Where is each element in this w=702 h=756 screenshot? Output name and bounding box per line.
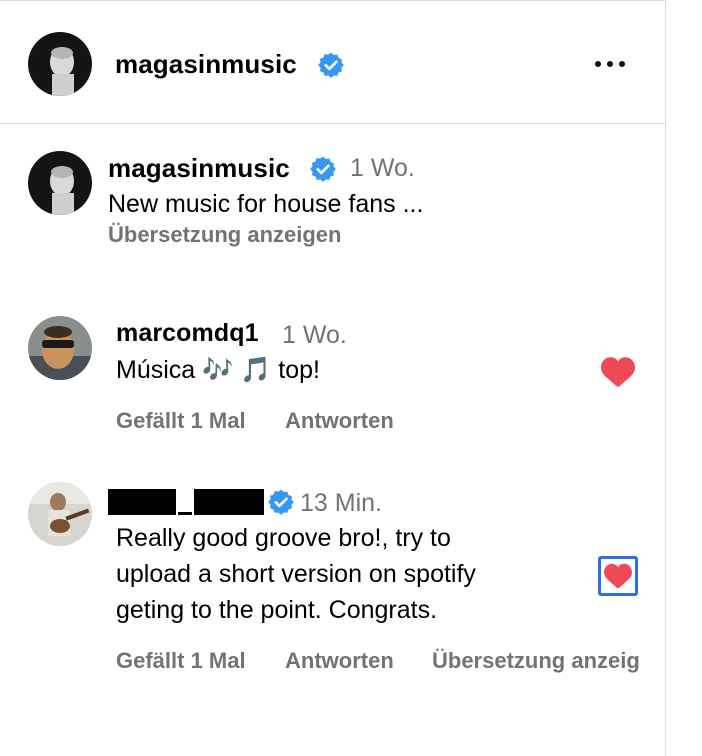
caption-author-username[interactable]: magasinmusic (108, 153, 290, 184)
reply-button[interactable]: Antworten (285, 408, 394, 434)
caption-author-avatar[interactable] (28, 151, 92, 215)
verified-badge-icon (310, 156, 336, 182)
like-heart-icon[interactable] (601, 355, 635, 389)
commenter-username[interactable]: marcomdq1 (116, 319, 259, 348)
redacted-username-underscore (178, 512, 192, 515)
commenter-avatar[interactable] (28, 316, 92, 380)
comment-timestamp[interactable]: 13 Min. (300, 489, 382, 518)
verified-badge-icon (268, 489, 294, 515)
translate-link[interactable]: Übersetzung anzeig (432, 648, 640, 674)
comment-text-line: geting to the point. Congrats. (116, 596, 438, 624)
comment-likes-count[interactable]: Gefällt 1 Mal (116, 408, 246, 434)
post-author-username[interactable]: magasinmusic (115, 49, 297, 80)
comments-panel: magasinmusic magasinmusic 1 Wo. New musi… (0, 0, 666, 756)
caption-timestamp[interactable]: 1 Wo. (350, 154, 415, 183)
redacted-username (108, 489, 176, 515)
commenter-avatar[interactable] (28, 482, 92, 546)
translate-link[interactable]: Übersetzung anzeigen (108, 222, 341, 248)
post-header: magasinmusic (0, 1, 665, 124)
post-author-avatar[interactable] (28, 32, 92, 96)
comment-text-line: upload a short version on spotify (116, 560, 476, 588)
comment-likes-count[interactable]: Gefällt 1 Mal (116, 648, 246, 674)
comment-text: Música 🎶 🎵 top! (116, 356, 320, 384)
more-options-button[interactable] (586, 49, 634, 79)
caption-text: New music for house fans ... (108, 190, 424, 218)
more-horizontal-icon (595, 61, 601, 67)
reply-button[interactable]: Antworten (285, 648, 394, 674)
redacted-username (194, 489, 264, 515)
comment-text-line: Really good groove bro!, try to (116, 524, 451, 552)
comment-timestamp[interactable]: 1 Wo. (282, 321, 347, 350)
verified-badge-icon (318, 52, 344, 78)
like-heart-icon[interactable] (598, 556, 638, 596)
